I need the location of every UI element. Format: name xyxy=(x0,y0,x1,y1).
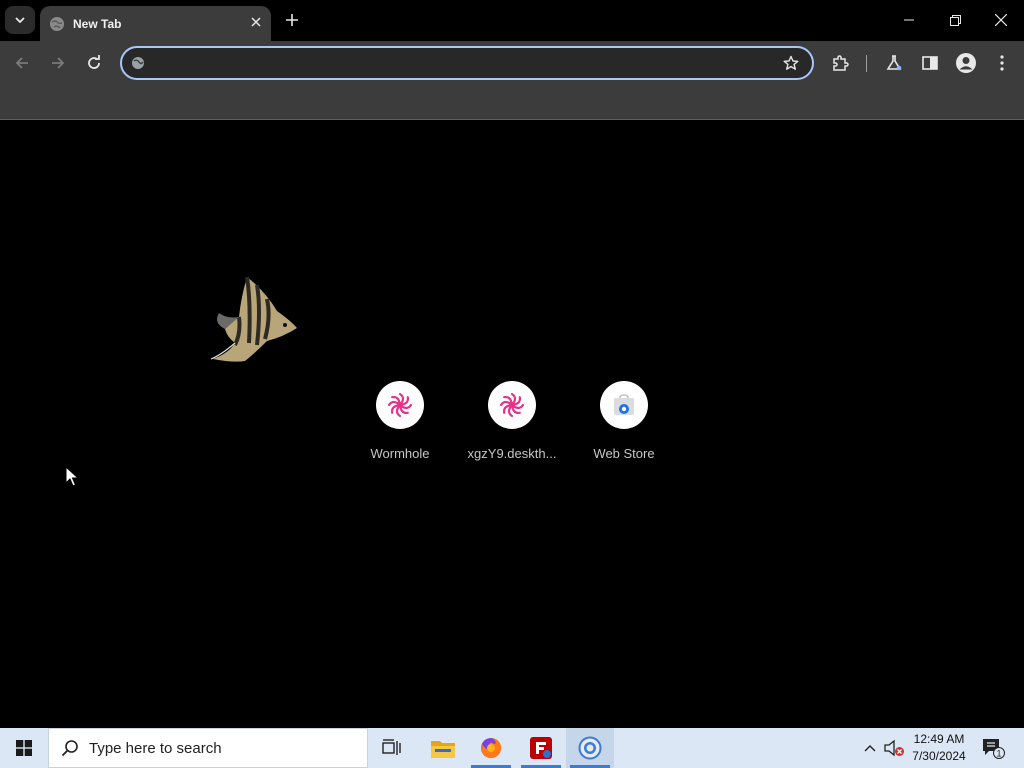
system-clock[interactable]: 12:49 AM 7/30/2024 xyxy=(907,731,971,765)
tab-search-button[interactable] xyxy=(5,6,35,34)
reload-button[interactable] xyxy=(80,49,108,77)
search-icon xyxy=(61,739,79,757)
new-tab-page: Wormhole xgzY9.deskth... Web Store xyxy=(0,121,1024,728)
filezilla-button[interactable] xyxy=(517,728,565,768)
chrome-icon xyxy=(578,736,602,760)
task-view-icon xyxy=(382,739,401,755)
show-hidden-icons-button[interactable] xyxy=(858,728,882,768)
file-explorer-button[interactable] xyxy=(419,728,467,768)
restore-button[interactable] xyxy=(932,0,978,40)
shortcut-tile[interactable]: Wormhole xyxy=(344,376,456,466)
shortcut-tile[interactable]: Web Store xyxy=(568,376,680,466)
chevron-down-icon xyxy=(15,17,25,24)
task-view-button[interactable] xyxy=(368,728,416,768)
taskbar: Type here to search 12:49 AM 7/30/2024 1 xyxy=(0,728,1024,768)
notification-icon: 1 xyxy=(983,739,1005,759)
forward-button[interactable] xyxy=(44,49,72,77)
tab-title: New Tab xyxy=(73,16,122,31)
menu-button[interactable] xyxy=(988,49,1016,77)
puzzle-icon xyxy=(833,55,849,71)
profile-button[interactable] xyxy=(952,49,980,77)
volume-muted-icon xyxy=(884,739,904,757)
search-placeholder: Type here to search xyxy=(89,739,222,757)
labs-button[interactable] xyxy=(880,49,908,77)
filezilla-icon xyxy=(530,737,552,759)
bookmark-star-icon[interactable] xyxy=(782,54,800,72)
back-button[interactable] xyxy=(8,49,36,77)
action-center-button[interactable]: 1 xyxy=(978,728,1008,768)
new-tab-button[interactable] xyxy=(281,9,303,31)
side-panel-button[interactable] xyxy=(916,49,944,77)
chrome-button[interactable] xyxy=(566,728,614,768)
firefox-button[interactable] xyxy=(467,728,515,768)
wormhole-icon xyxy=(387,392,413,418)
clock-time: 12:49 AM xyxy=(913,732,965,746)
bookmark-bar xyxy=(0,86,1024,120)
firefox-icon xyxy=(481,737,502,758)
extensions-button[interactable] xyxy=(826,49,854,77)
angelfish-image xyxy=(210,276,297,362)
shortcut-icon-circle xyxy=(600,381,648,429)
search-engine-icon xyxy=(131,56,145,70)
restore-icon xyxy=(949,14,961,26)
minimize-button[interactable] xyxy=(886,0,932,40)
address-input[interactable] xyxy=(152,52,772,74)
close-window-button[interactable] xyxy=(978,0,1024,40)
avatar-icon xyxy=(956,53,976,73)
taskbar-search-box[interactable]: Type here to search xyxy=(48,728,368,768)
notification-count: 1 xyxy=(996,749,1001,759)
minimize-icon xyxy=(904,19,914,21)
tab-new-tab[interactable]: New Tab xyxy=(40,6,271,41)
reload-icon xyxy=(88,55,100,69)
screen: New Tab Wormhole xgzY9.deskth... Web Sto… xyxy=(0,0,1024,768)
kebab-menu-icon xyxy=(1000,55,1004,71)
shortcut-tile[interactable]: xgzY9.deskth... xyxy=(456,376,568,466)
toolbar xyxy=(0,41,1024,86)
toolbar-divider xyxy=(866,55,867,72)
clock-date: 7/30/2024 xyxy=(912,749,966,763)
close-tab-icon[interactable] xyxy=(247,13,265,31)
volume-button[interactable] xyxy=(882,728,906,768)
windows-logo-icon xyxy=(16,740,32,756)
title-bar: New Tab xyxy=(0,0,1024,41)
forward-arrow-icon xyxy=(52,57,65,69)
globe-icon xyxy=(49,16,65,32)
shortcut-label: xgzY9.deskth... xyxy=(467,446,557,461)
wormhole-icon xyxy=(499,392,525,418)
mouse-cursor-icon xyxy=(65,466,79,487)
address-bar[interactable] xyxy=(120,46,814,80)
plus-icon xyxy=(286,14,298,26)
close-icon xyxy=(995,14,1007,26)
back-arrow-icon xyxy=(15,57,28,69)
start-button[interactable] xyxy=(0,728,48,768)
side-panel-icon xyxy=(922,56,938,70)
shortcut-icon-circle xyxy=(376,381,424,429)
shortcut-label: Wormhole xyxy=(370,446,430,461)
file-explorer-icon xyxy=(431,741,455,758)
shortcut-label: Web Store xyxy=(593,446,655,461)
flask-icon xyxy=(886,55,902,71)
web-store-icon xyxy=(614,394,634,415)
chevron-up-icon xyxy=(864,745,876,752)
shortcut-icon-circle xyxy=(488,381,536,429)
